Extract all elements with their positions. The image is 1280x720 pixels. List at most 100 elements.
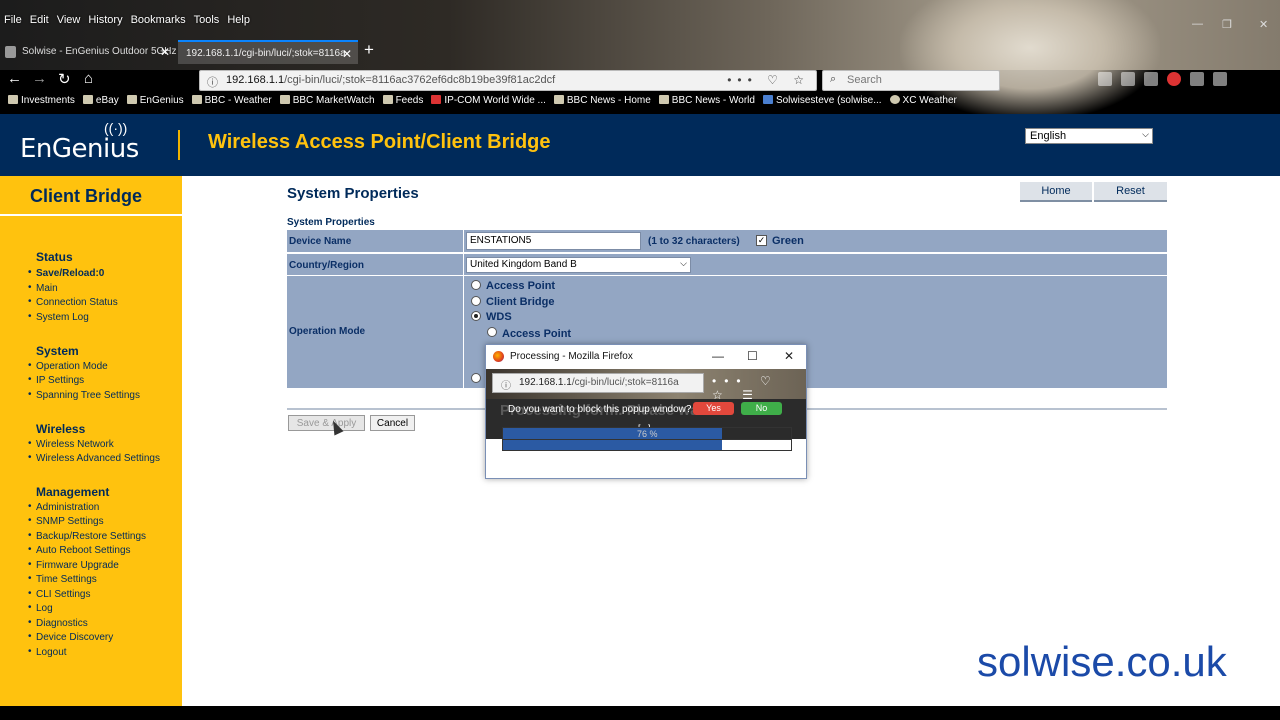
menu-history[interactable]: History <box>84 14 126 26</box>
home-button[interactable]: Home <box>1020 182 1092 202</box>
sidebar: Client Bridge Status Save/Reload:0 Main … <box>0 176 182 706</box>
sidebar-item-firmware-upgrade[interactable]: Firmware Upgrade <box>28 559 119 571</box>
tab-close-icon[interactable]: ✕ <box>160 45 170 59</box>
bookmark-item[interactable]: Feeds <box>382 95 423 113</box>
bookmark-item[interactable]: BBC MarketWatch <box>279 95 375 113</box>
sidebar-heading-wireless: Wireless <box>36 422 86 436</box>
sidebar-item-operation-mode[interactable]: Operation Mode <box>28 360 108 372</box>
radio-other-mode[interactable] <box>471 373 481 383</box>
close-window-icon[interactable]: ✕ <box>1259 18 1268 31</box>
extension-icon[interactable] <box>1121 72 1135 86</box>
device-name-input[interactable]: ENSTATION5 <box>466 232 641 250</box>
back-icon[interactable]: ← <box>7 70 22 87</box>
forward-icon[interactable]: → <box>32 70 47 87</box>
tab-router[interactable]: 192.168.1.1/cgi-bin/luci/;stok=8116a ✕ <box>178 40 358 64</box>
sidebar-item-main[interactable]: Main <box>28 282 58 294</box>
sidebar-item-ip-settings[interactable]: IP Settings <box>28 374 84 386</box>
sidebar-heading-system: System <box>36 344 79 358</box>
menu-view[interactable]: View <box>53 14 85 26</box>
sidebar-item-system-log[interactable]: System Log <box>28 311 89 323</box>
bookmarks-bar: Investments eBay EnGenius BBC - Weather … <box>0 95 1280 113</box>
menu-edit[interactable]: Edit <box>26 14 53 26</box>
sidebar-item-connection-status[interactable]: Connection Status <box>28 296 118 308</box>
tab-favicon-icon <box>5 46 16 58</box>
country-label: Country/Region <box>289 260 364 271</box>
wifi-waves-icon: ((·)) <box>104 120 128 136</box>
sidebar-item-device-discovery[interactable]: Device Discovery <box>28 631 113 643</box>
radio-wds[interactable] <box>471 311 481 321</box>
sidebar-item-wireless-advanced[interactable]: Wireless Advanced Settings <box>28 452 160 464</box>
header-title: Wireless Access Point/Client Bridge <box>208 131 551 153</box>
menu-bar: File Edit View History Bookmarks Tools H… <box>0 14 254 26</box>
minimize-icon[interactable]: — <box>1192 18 1203 30</box>
new-tab-icon[interactable]: + <box>364 40 374 60</box>
minimize-icon[interactable]: — <box>712 349 724 363</box>
hamburger-menu-icon[interactable] <box>1213 72 1227 86</box>
progress-fill <box>503 440 722 450</box>
bookmark-item[interactable]: Solwisesteve (solwise... <box>762 95 882 113</box>
bookmark-item[interactable]: Investments <box>8 95 75 113</box>
tab-solwise[interactable]: Solwise - EnGenius Outdoor 5GHz ✕ <box>0 40 176 64</box>
sidebar-item-time-settings[interactable]: Time Settings <box>28 573 97 585</box>
adblock-icon[interactable] <box>1167 72 1181 86</box>
info-icon[interactable]: ⓘ <box>501 377 511 392</box>
radio-client-bridge[interactable] <box>471 296 481 306</box>
bookmark-item[interactable]: XC Weather <box>889 95 957 113</box>
sidebar-item-wireless-network[interactable]: Wireless Network <box>28 438 114 450</box>
sidebar-icon[interactable] <box>1190 72 1204 86</box>
library-icon[interactable] <box>1098 72 1112 86</box>
sidebar-item-backup-restore[interactable]: Backup/Restore Settings <box>28 530 146 542</box>
green-checkbox[interactable]: ✓ <box>756 235 767 246</box>
language-value: English <box>1030 130 1067 142</box>
block-no-button[interactable]: No <box>741 402 782 415</box>
sidebar-item-snmp[interactable]: SNMP Settings <box>28 515 104 527</box>
reload-icon[interactable]: ↻ <box>58 70 71 88</box>
bookmark-item[interactable]: BBC News - Home <box>553 95 651 113</box>
page-actions-icon[interactable]: ••• ♡ ☆ <box>727 73 810 87</box>
sidebar-item-spanning-tree[interactable]: Spanning Tree Settings <box>28 389 140 401</box>
row-divider <box>463 254 464 275</box>
info-icon[interactable]: ⓘ <box>207 74 218 90</box>
search-input[interactable]: ⌕ Search <box>822 70 1000 91</box>
popup-url-bar[interactable]: ⓘ 192.168.1.1/cgi-bin/luci/;stok=8116a <box>492 373 704 393</box>
cancel-button[interactable]: Cancel <box>370 415 415 431</box>
popup-page-actions-icon[interactable]: ••• ♡ ☆ ☰ <box>712 374 806 402</box>
country-select[interactable]: United Kingdom Band B ⌵ <box>466 257 691 273</box>
bookmark-item[interactable]: eBay <box>82 95 119 113</box>
sidebar-item-logout[interactable]: Logout <box>28 646 66 658</box>
radio-access-point[interactable] <box>471 280 481 290</box>
save-apply-button[interactable]: Save & Apply <box>288 415 365 431</box>
sidebar-item-save-reload[interactable]: Save/Reload:0 <box>28 267 104 279</box>
sidebar-item-log[interactable]: Log <box>28 602 53 614</box>
home-icon[interactable]: ⌂ <box>84 70 93 87</box>
radio-wds-access-point[interactable] <box>487 327 497 337</box>
menu-bookmarks[interactable]: Bookmarks <box>127 14 190 26</box>
language-select[interactable]: English ⌵ <box>1025 128 1153 144</box>
browser-toolbar-area: File Edit View History Bookmarks Tools H… <box>0 0 1280 120</box>
bookmark-item[interactable]: IP-COM World Wide ... <box>431 95 546 113</box>
pocket-icon[interactable] <box>1144 72 1158 86</box>
bookmark-item[interactable]: BBC News - World <box>658 95 755 113</box>
row-divider <box>463 276 464 388</box>
close-icon[interactable]: ✕ <box>784 349 794 363</box>
popup-url-host: 192.168.1.1 <box>519 377 572 388</box>
tab-label: Solwise - EnGenius Outdoor 5GHz <box>22 46 176 57</box>
sidebar-item-auto-reboot[interactable]: Auto Reboot Settings <box>28 544 130 556</box>
popup-url-path: /cgi-bin/luci/;stok=8116a <box>571 377 679 388</box>
bookmark-item[interactable]: BBC - Weather <box>191 95 272 113</box>
menu-help[interactable]: Help <box>223 14 254 26</box>
screen: File Edit View History Bookmarks Tools H… <box>0 0 1280 720</box>
maximize-icon[interactable]: ☐ <box>747 349 758 363</box>
sidebar-item-administration[interactable]: Administration <box>28 501 99 513</box>
header-divider <box>178 130 180 160</box>
sidebar-item-cli-settings[interactable]: CLI Settings <box>28 588 91 600</box>
reset-button[interactable]: Reset <box>1094 182 1167 202</box>
sidebar-item-diagnostics[interactable]: Diagnostics <box>28 617 88 629</box>
block-yes-button[interactable]: Yes <box>693 402 734 415</box>
tab-close-icon[interactable]: ✕ <box>342 47 352 61</box>
menu-file[interactable]: File <box>0 14 26 26</box>
url-bar[interactable]: ⓘ 192.168.1.1/cgi-bin/luci/;stok=8116ac3… <box>199 70 817 91</box>
restore-icon[interactable]: ❐ <box>1222 18 1232 31</box>
bookmark-item[interactable]: EnGenius <box>126 95 184 113</box>
menu-tools[interactable]: Tools <box>190 14 224 26</box>
